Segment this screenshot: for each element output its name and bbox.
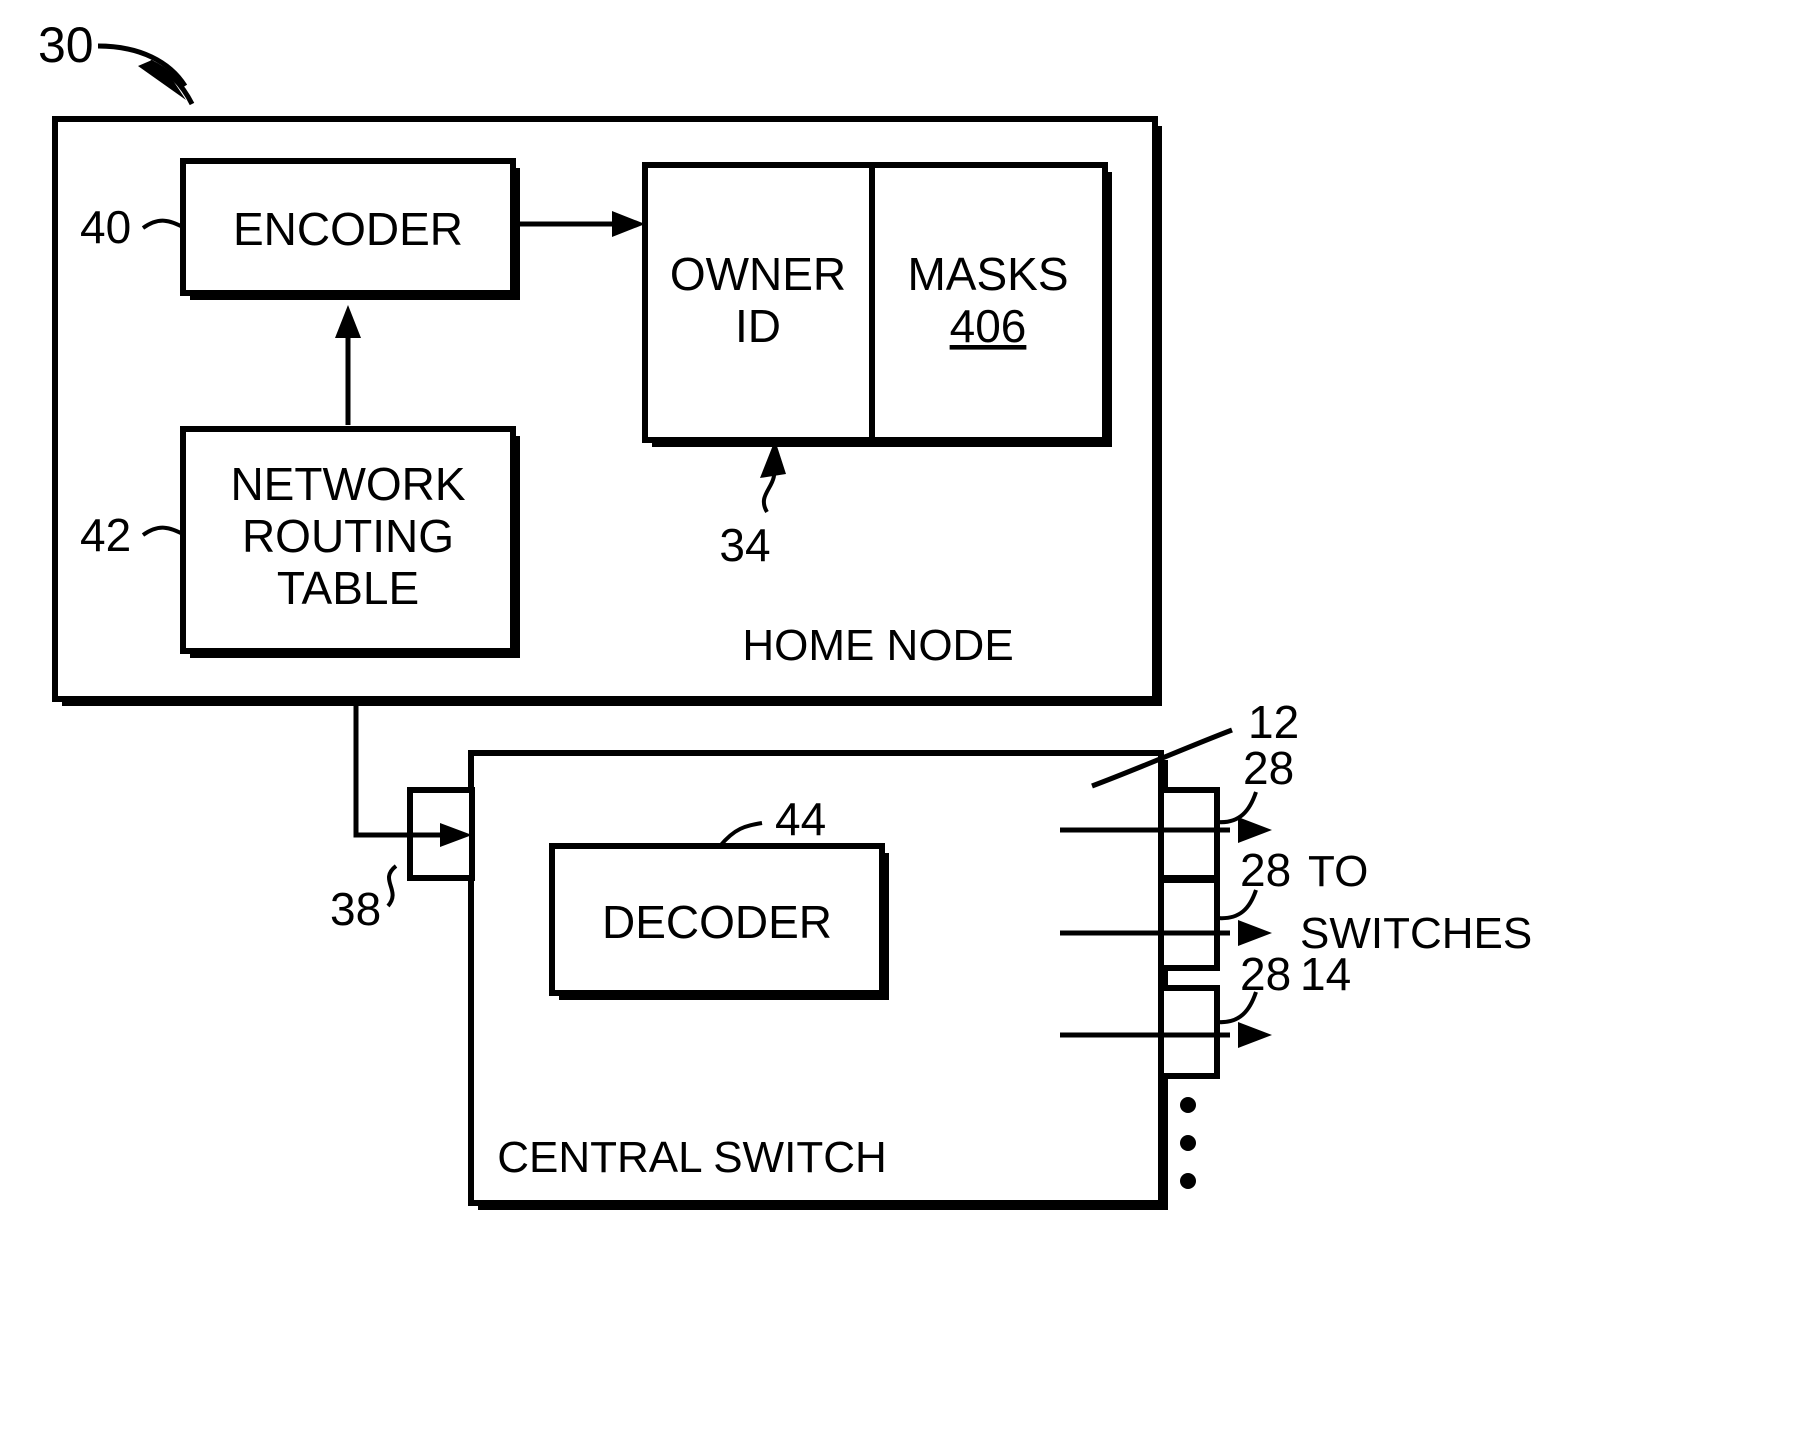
ref-42-label: 42 <box>80 509 131 561</box>
ref-28-label-2: 28 <box>1240 844 1291 896</box>
ref-44-label: 44 <box>775 793 826 845</box>
ref-38-leader <box>386 864 398 908</box>
masks-ref-406: 406 <box>950 300 1027 352</box>
decoder-label: DECODER <box>602 896 832 948</box>
home-node-region-label: HOME NODE <box>742 621 1013 670</box>
input-port-box[interactable] <box>407 787 475 881</box>
routing-table-line3: TABLE <box>277 562 419 614</box>
ref-30-leader-arrow <box>97 43 195 106</box>
encoder-label: ENCODER <box>233 203 463 255</box>
decoder-box[interactable]: DECODER <box>549 843 889 1000</box>
owner-id-line2: ID <box>735 300 781 352</box>
ref-28-label-1: 28 <box>1243 742 1294 794</box>
network-routing-table-box[interactable]: NETWORK ROUTING TABLE <box>180 426 520 658</box>
ref-28-label-3: 28 <box>1240 948 1291 1000</box>
masks-line1: MASKS <box>907 248 1068 300</box>
ref-28-leader-1 <box>1216 791 1258 825</box>
patent-figure: 30 ENCODER 40 OWNER ID MASKS 406 34 NETW… <box>0 0 1818 1454</box>
ref-34-label: 34 <box>719 519 770 571</box>
owner-masks-table: OWNER ID MASKS 406 <box>642 162 1112 447</box>
ref-14-label: 14 <box>1300 948 1351 1000</box>
destination-line1: TO <box>1308 847 1368 896</box>
ref-38-label: 38 <box>330 883 381 935</box>
routing-table-line2: ROUTING <box>242 510 454 562</box>
central-switch-region-label: CENTRAL SWITCH <box>497 1133 887 1182</box>
ref-40-label: 40 <box>80 201 131 253</box>
owner-id-line1: OWNER <box>670 248 846 300</box>
home-node-to-switch-link <box>353 699 410 838</box>
ports-ellipsis <box>1180 1097 1196 1189</box>
encoder-box[interactable]: ENCODER <box>180 158 520 300</box>
routing-table-line1: NETWORK <box>230 458 465 510</box>
ref-30-label: 30 <box>38 17 94 73</box>
ref-12-label: 12 <box>1248 696 1299 748</box>
